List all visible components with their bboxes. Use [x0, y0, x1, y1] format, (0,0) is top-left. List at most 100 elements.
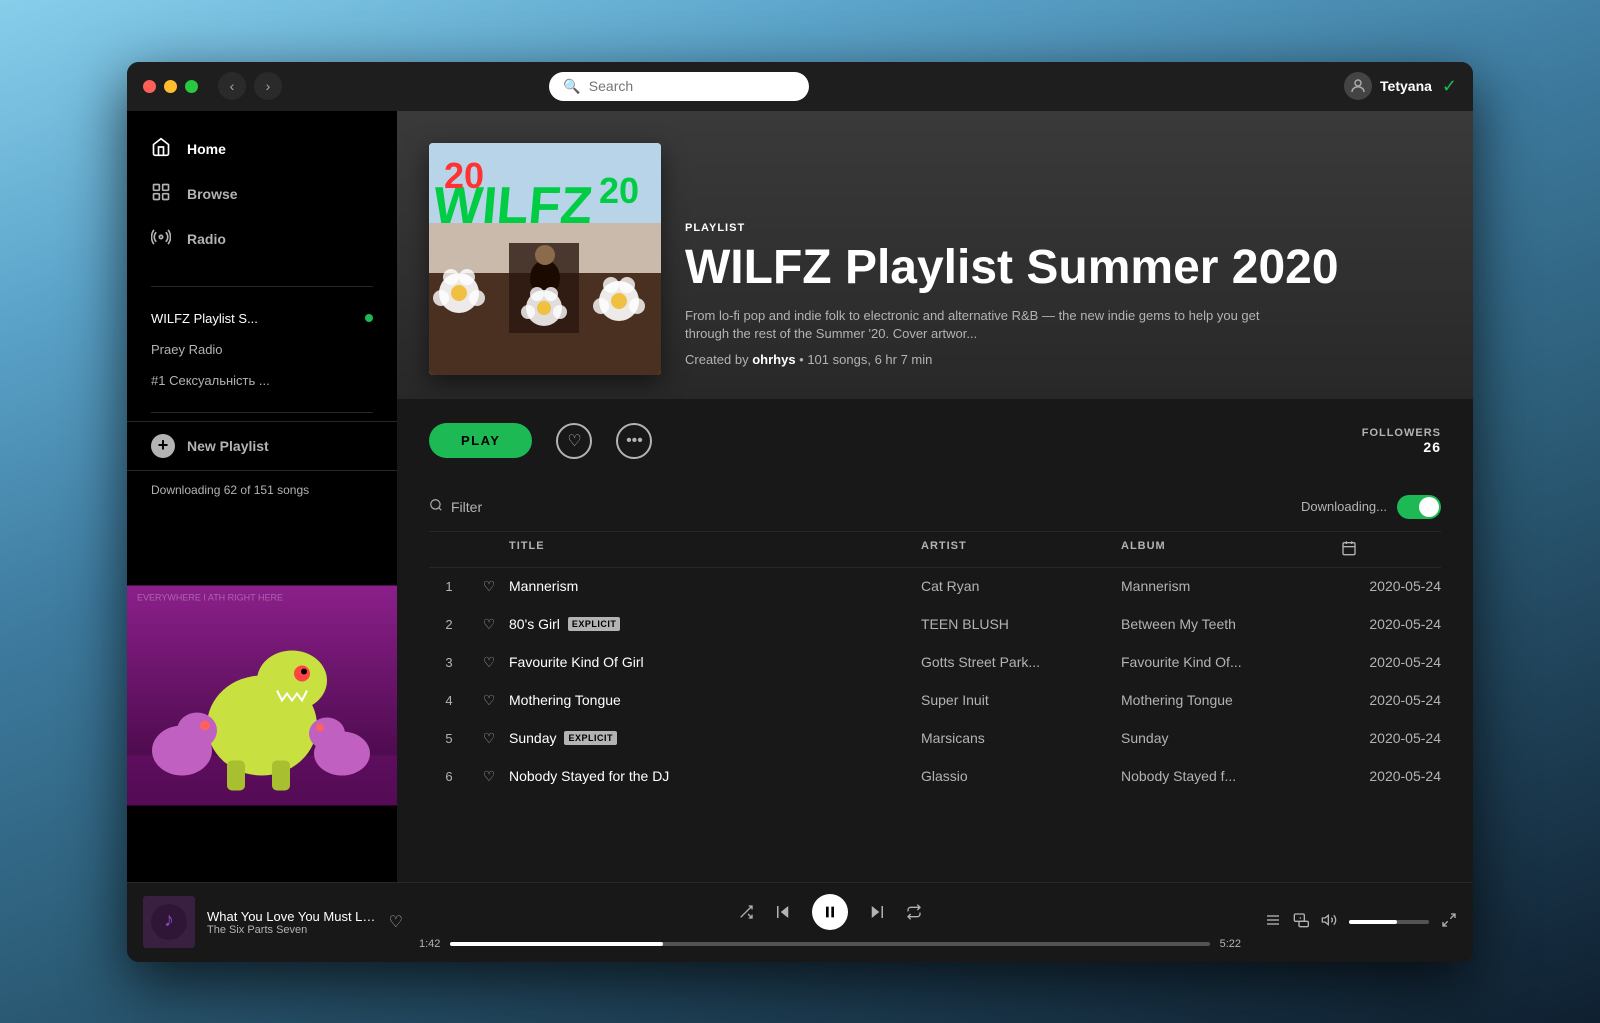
playlist-header: WILFZ 20 20	[397, 111, 1473, 399]
progress-bar[interactable]	[450, 942, 1209, 946]
track-title: 80's Girl EXPLICIT	[509, 616, 921, 632]
sidebar: Home Browse	[127, 111, 397, 882]
next-button[interactable]	[868, 903, 886, 921]
track-title: Favourite Kind Of Girl	[509, 654, 921, 670]
track-number: 1	[429, 579, 469, 594]
col-empty-1	[429, 540, 469, 559]
player-controls: 1:42 5:22	[419, 894, 1241, 950]
heart-icon: ♡	[567, 431, 581, 451]
fullscreen-button[interactable]	[185, 80, 198, 93]
track-artist: Glassio	[921, 768, 1121, 784]
track-date: 2020-05-24	[1341, 692, 1441, 708]
downloading-toggle-label: Downloading...	[1301, 499, 1387, 514]
explicit-badge: EXPLICIT	[564, 731, 617, 745]
volume-button[interactable]	[1321, 912, 1337, 933]
track-title: Mannerism	[509, 578, 921, 594]
home-icon	[151, 137, 171, 162]
track-row[interactable]: 3 ♡ Favourite Kind Of Girl Gotts Street …	[429, 644, 1441, 682]
sidebar-playlist-wilfz[interactable]: WILFZ Playlist S...	[127, 303, 397, 334]
explicit-badge: EXPLICIT	[568, 617, 621, 631]
forward-button[interactable]: ›	[254, 72, 282, 100]
track-list: 1 ♡ Mannerism Cat Ryan Mannerism 2020-05…	[429, 568, 1441, 796]
player-buttons	[738, 894, 922, 930]
followers-label: FOLLOWERS	[1362, 427, 1441, 439]
sidebar-item-browse[interactable]: Browse	[127, 172, 397, 217]
filter-icon	[429, 498, 443, 515]
track-row[interactable]: 5 ♡ Sunday EXPLICIT Marsicans Sunday 202…	[429, 720, 1441, 758]
now-playing-info: What You Love You Must Love Now The Six …	[207, 909, 377, 936]
close-button[interactable]	[143, 80, 156, 93]
track-album: Between My Teeth	[1121, 616, 1341, 632]
player-bar: ♪ What You Love You Must Love Now The Si…	[127, 882, 1473, 962]
radio-icon	[151, 227, 171, 252]
sidebar-playlist-sexy[interactable]: #1 Сексуальність ...	[127, 365, 397, 396]
more-options-button[interactable]: •••	[616, 423, 652, 459]
track-row[interactable]: 4 ♡ Mothering Tongue Super Inuit Motheri…	[429, 682, 1441, 720]
search-bar: 🔍	[549, 72, 809, 101]
col-date-header	[1341, 540, 1441, 559]
track-like-button[interactable]: ♡	[469, 692, 509, 709]
volume-bar[interactable]	[1349, 920, 1429, 924]
track-artist: TEEN BLUSH	[921, 616, 1121, 632]
time-current: 1:42	[419, 938, 440, 950]
app-window: ‹ › 🔍 Tetyana ✓	[127, 62, 1473, 962]
user-avatar-icon	[1344, 72, 1372, 100]
search-input[interactable]	[589, 78, 769, 94]
download-toggle-switch[interactable]	[1397, 495, 1441, 519]
track-artist: Super Inuit	[921, 692, 1121, 708]
track-date: 2020-05-24	[1341, 578, 1441, 594]
track-album: Favourite Kind Of...	[1121, 654, 1341, 670]
track-date: 2020-05-24	[1341, 616, 1441, 632]
svg-text:♪: ♪	[164, 909, 174, 931]
sidebar-playlists: WILFZ Playlist S... Praey Radio #1 Сексу…	[127, 295, 397, 404]
minimize-button[interactable]	[164, 80, 177, 93]
player-right	[1257, 912, 1457, 933]
fullscreen-player-button[interactable]	[1441, 912, 1457, 933]
track-like-button[interactable]: ♡	[469, 654, 509, 671]
back-button[interactable]: ‹	[218, 72, 246, 100]
browse-icon	[151, 182, 171, 207]
repeat-button[interactable]	[906, 904, 922, 920]
track-title: Nobody Stayed for the DJ	[509, 768, 921, 784]
user-name: Tetyana	[1380, 78, 1432, 94]
track-row[interactable]: 1 ♡ Mannerism Cat Ryan Mannerism 2020-05…	[429, 568, 1441, 606]
playlist-meta: Created by ohrhys • 101 songs, 6 hr 7 mi…	[685, 352, 1441, 367]
sidebar-item-home[interactable]: Home	[127, 127, 397, 172]
playlist-duration: 6 hr 7 min	[875, 352, 933, 367]
now-playing-like-button[interactable]: ♡	[389, 912, 403, 932]
titlebar: ‹ › 🔍 Tetyana ✓	[127, 62, 1473, 111]
track-title: Mothering Tongue	[509, 692, 921, 708]
previous-button[interactable]	[774, 903, 792, 921]
browse-label: Browse	[187, 186, 238, 202]
new-playlist-button[interactable]: + New Playlist	[127, 421, 397, 470]
playlist-cover: WILFZ 20 20	[429, 143, 661, 375]
main-layout: Home Browse	[127, 111, 1473, 882]
pause-button[interactable]	[812, 894, 848, 930]
ellipsis-icon: •••	[626, 432, 643, 450]
now-playing-title: What You Love You Must Love Now	[207, 909, 377, 924]
track-like-button[interactable]: ♡	[469, 578, 509, 595]
track-row[interactable]: 6 ♡ Nobody Stayed for the DJ Glassio Nob…	[429, 758, 1441, 796]
track-like-button[interactable]: ♡	[469, 616, 509, 633]
filter-row: Filter Downloading...	[429, 483, 1441, 532]
queue-button[interactable]	[1265, 912, 1281, 933]
user-profile[interactable]: Tetyana	[1344, 72, 1432, 100]
playlist-info: PLAYLIST WILFZ Playlist Summer 2020 From…	[685, 222, 1441, 374]
devices-button[interactable]	[1293, 912, 1309, 933]
play-button[interactable]: PLAY	[429, 423, 532, 458]
track-row[interactable]: 2 ♡ 80's Girl EXPLICIT TEEN BLUSH Betwee…	[429, 606, 1441, 644]
followers-section: FOLLOWERS 26	[1362, 427, 1441, 455]
progress-bar-wrap: 1:42 5:22	[419, 938, 1241, 950]
track-like-button[interactable]: ♡	[469, 730, 509, 747]
like-button[interactable]: ♡	[556, 423, 592, 459]
sidebar-item-radio[interactable]: Radio	[127, 217, 397, 262]
playlist-title: WILFZ Playlist Summer 2020	[685, 242, 1441, 295]
now-playing-artist: The Six Parts Seven	[207, 924, 377, 936]
downloading-status: Downloading 62 of 151 songs	[127, 470, 397, 509]
track-number: 5	[429, 731, 469, 746]
sidebar-divider-2	[151, 412, 373, 413]
shuffle-button[interactable]	[738, 904, 754, 920]
track-like-button[interactable]: ♡	[469, 768, 509, 785]
sidebar-playlist-praey[interactable]: Praey Radio	[127, 334, 397, 365]
titlebar-right: Tetyana ✓	[1344, 72, 1457, 100]
